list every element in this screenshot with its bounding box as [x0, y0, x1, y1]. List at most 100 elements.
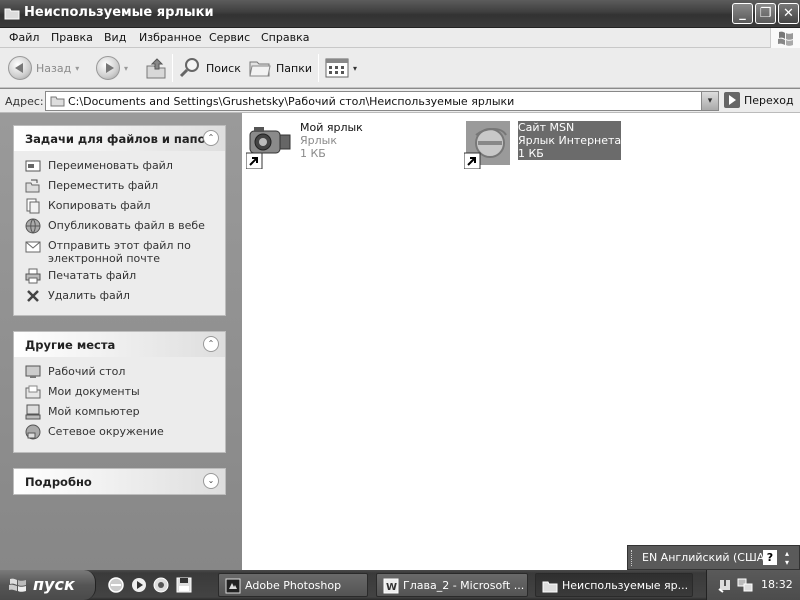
maximize-button[interactable]: ❐: [755, 3, 776, 24]
language-bar[interactable]: EN Английский (США) ? ▴ ▾: [627, 545, 800, 570]
floppy-disk-icon[interactable]: [175, 576, 193, 594]
place-label: Рабочий стол: [48, 365, 126, 378]
email-icon: [25, 241, 41, 253]
folders-icon: [249, 61, 271, 77]
toolbar: Назад ▾ ▾ Поиск Папки ▾: [0, 48, 800, 88]
taskbar: пуск Adobe Photoshop W Глава_2 - Microso…: [0, 570, 800, 600]
taskbar-button-photoshop[interactable]: Adobe Photoshop: [218, 573, 368, 597]
forward-button[interactable]: ▾: [96, 54, 128, 82]
menu-view[interactable]: Вид: [104, 31, 126, 44]
views-button[interactable]: ▾: [325, 54, 357, 82]
up-folder-button[interactable]: [145, 54, 167, 82]
window-title: Неиспользуемые ярлыки: [24, 5, 214, 20]
place-my-computer[interactable]: Мой компьютер: [14, 403, 225, 423]
langbar-options-icon[interactable]: ▴ ▾: [785, 549, 789, 567]
forward-arrow-icon: [96, 56, 120, 80]
task-panel: Задачи для файлов и папок ⌃ Переименоват…: [0, 113, 242, 570]
taskbar-button-label: Adobe Photoshop: [245, 579, 342, 592]
folder-icon: [542, 581, 558, 593]
menu-bar: Файл Правка Вид Избранное Сервис Справка: [0, 28, 800, 48]
windows-logo-icon: [770, 28, 800, 48]
place-label: Мой компьютер: [48, 405, 140, 418]
windows-flag-icon: [9, 578, 26, 592]
menu-tools[interactable]: Сервис: [209, 31, 250, 44]
folders-button[interactable]: Папки: [248, 54, 312, 82]
safely-remove-hardware-icon[interactable]: [717, 577, 733, 593]
task-publish-web[interactable]: Опубликовать файл в вебе: [14, 217, 225, 237]
details-header[interactable]: Подробно ⌄: [14, 469, 225, 494]
file-type: Ярлык Интернета: [518, 134, 622, 147]
task-label: Отправить этот файл по электронной почте: [48, 239, 191, 265]
task-email[interactable]: Отправить этот файл по электронной почте: [14, 237, 225, 267]
task-delete[interactable]: Удалить файл: [14, 287, 225, 307]
file-item-msn-site[interactable]: Сайт MSN Ярлык Интернета 1 КБ: [464, 121, 684, 171]
pane-title: Другие места: [25, 338, 116, 352]
taskbar-button-word[interactable]: W Глава_2 - Microsoft ...: [376, 573, 528, 597]
minimize-button[interactable]: _: [732, 3, 753, 24]
place-desktop[interactable]: Рабочий стол: [14, 363, 225, 383]
printer-icon: [25, 268, 41, 284]
media-player-icon[interactable]: [130, 576, 148, 594]
forward-dropdown-icon[interactable]: ▾: [124, 64, 128, 73]
start-label: пуск: [33, 575, 75, 594]
close-button[interactable]: ✕: [778, 3, 799, 24]
views-dropdown-icon[interactable]: ▾: [353, 64, 357, 73]
other-places-header[interactable]: Другие места ⌃: [14, 332, 225, 357]
network-connection-icon[interactable]: [737, 577, 753, 593]
file-tasks-header[interactable]: Задачи для файлов и папок ⌃: [14, 126, 225, 151]
address-path: C:\Documents and Settings\Grushetsky\Раб…: [68, 95, 515, 108]
back-arrow-icon: [8, 56, 32, 80]
toolbar-separator: [172, 54, 173, 82]
back-dropdown-icon[interactable]: ▾: [75, 64, 79, 73]
task-label: Печатать файл: [48, 269, 137, 282]
taskbar-button-explorer[interactable]: Неиспользуемые яр...: [535, 573, 693, 597]
task-move[interactable]: Переместить файл: [14, 177, 225, 197]
expand-icon[interactable]: ⌄: [203, 473, 219, 489]
task-rename[interactable]: Переименовать файл: [14, 157, 225, 177]
file-item-my-shortcut[interactable]: Мой ярлык Ярлык 1 КБ: [246, 121, 466, 171]
place-my-documents[interactable]: Мои документы: [14, 383, 225, 403]
delete-icon: [27, 290, 39, 302]
address-bar: Адрес: C:\Documents and Settings\Grushet…: [0, 89, 800, 113]
internet-explorer-icon[interactable]: [107, 576, 125, 594]
camera-shortcut-icon: [246, 127, 291, 169]
address-input[interactable]: C:\Documents and Settings\Grushetsky\Раб…: [45, 91, 719, 111]
place-network[interactable]: Сетевое окружение: [14, 423, 225, 443]
file-name: Сайт MSN: [518, 121, 575, 134]
grip-handle[interactable]: [631, 550, 634, 566]
back-label: Назад: [36, 61, 72, 75]
move-icon: [25, 179, 40, 193]
search-button[interactable]: Поиск: [178, 54, 241, 82]
task-label: Переименовать файл: [48, 159, 173, 172]
menu-file[interactable]: Файл: [9, 31, 39, 44]
help-icon[interactable]: ?: [763, 550, 777, 565]
show-desktop-icon[interactable]: [152, 576, 170, 594]
system-tray: 18:32: [706, 570, 800, 600]
menu-favorites[interactable]: Избранное: [139, 31, 201, 44]
other-places-pane: Другие места ⌃ Рабочий стол Мои документ…: [13, 331, 226, 453]
toolbar-separator: [318, 54, 319, 82]
search-icon: [179, 58, 199, 78]
collapse-icon[interactable]: ⌃: [203, 130, 219, 146]
collapse-icon[interactable]: ⌃: [203, 336, 219, 352]
menu-help[interactable]: Справка: [261, 31, 309, 44]
folders-label: Папки: [276, 61, 312, 75]
language-indicator[interactable]: EN Английский (США): [642, 551, 769, 564]
search-label: Поиск: [206, 61, 241, 75]
place-label: Мои документы: [48, 385, 140, 398]
start-button[interactable]: пуск: [0, 570, 96, 600]
clock: 18:32: [761, 578, 793, 591]
pane-title: Подробно: [25, 475, 92, 489]
go-button[interactable]: Переход: [724, 92, 794, 108]
pane-title: Задачи для файлов и папок: [25, 132, 214, 146]
address-dropdown-icon[interactable]: ▾: [701, 92, 718, 110]
task-copy[interactable]: Копировать файл: [14, 197, 225, 217]
menu-edit[interactable]: Правка: [51, 31, 93, 44]
back-button[interactable]: Назад ▾: [8, 54, 79, 82]
file-list-area[interactable]: Мой ярлык Ярлык 1 КБ Сайт MSN Ярлык Инте…: [242, 113, 800, 570]
title-bar[interactable]: Неиспользуемые ярлыки _ ❐ ✕: [0, 0, 800, 28]
task-label: Опубликовать файл в вебе: [48, 219, 205, 232]
go-arrow-icon: [724, 92, 740, 108]
task-print[interactable]: Печатать файл: [14, 267, 225, 287]
folder-icon: [50, 96, 65, 107]
